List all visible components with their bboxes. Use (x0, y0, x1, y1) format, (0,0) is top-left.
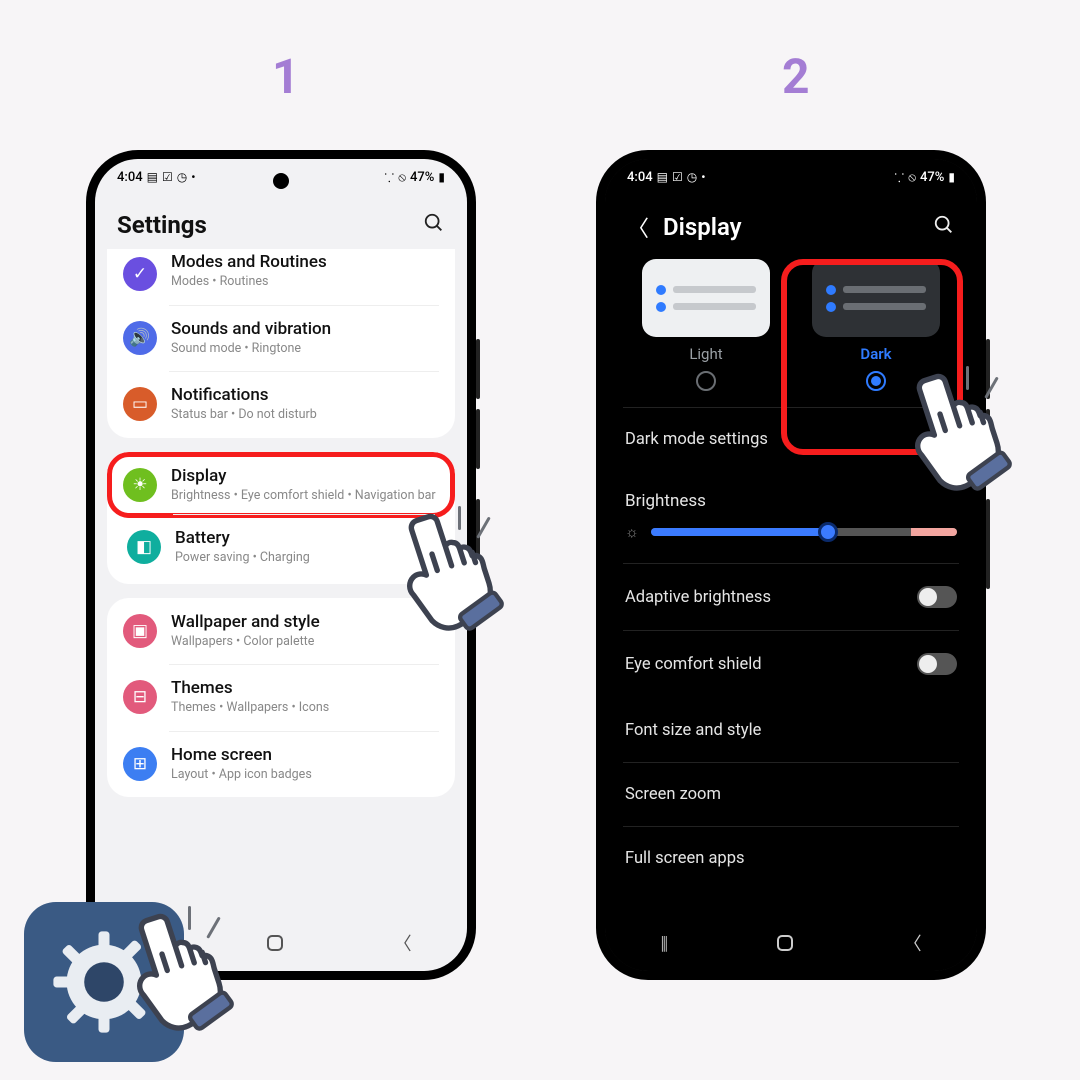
back-icon[interactable]: 〈 (627, 211, 649, 243)
search-icon[interactable] (933, 214, 955, 241)
row-sub: Modes • Routines (171, 274, 439, 290)
sound-icon: 🔊 (123, 321, 157, 355)
brightness-label: Brightness (623, 481, 959, 517)
full-screen-apps-row[interactable]: Full screen apps (623, 835, 959, 882)
camera-notch (783, 173, 799, 189)
row-modes-routines[interactable]: ✓ Modes and Routines Modes • Routines (107, 249, 455, 305)
brightness-slider[interactable]: ☼ (623, 517, 959, 555)
theme-light-option[interactable]: Light (636, 259, 776, 391)
modes-icon: ✓ (123, 257, 157, 291)
settings-card-3: ▣ Wallpaper and style Wallpapers • Color… (107, 598, 455, 797)
row-themes[interactable]: ⊟ Themes Themes • Wallpapers • Icons (107, 664, 455, 730)
sun-icon: ☼ (625, 523, 639, 541)
step-number-2: 2 (782, 48, 810, 105)
nav-home[interactable] (267, 935, 283, 951)
status-time: 4:04 (627, 170, 653, 185)
settings-card-2: ☀ Display Brightness • Eye comfort shiel… (107, 452, 455, 585)
page-title: Settings (117, 211, 207, 239)
row-title: Modes and Routines (171, 252, 439, 272)
camera-notch (273, 173, 289, 189)
phone-frame-2: 4:04 ▤ ☑ ◷ • ⸪ ⦸ 47% ▮ 〈 Display (596, 150, 986, 980)
nav-home[interactable] (777, 935, 793, 951)
battery-pct: 47% (920, 170, 944, 185)
battery-setting-icon: ◧ (127, 530, 161, 564)
screen-zoom-row[interactable]: Screen zoom (623, 771, 959, 818)
notification-icon: ▭ (123, 387, 157, 421)
highlight-dark-option (781, 259, 963, 455)
battery-pct: 47% (410, 170, 434, 185)
phone-frame-1: 4:04 ▤ ☑ ◷ • ⸪ ⦸ 47% ▮ Settings ✓ (86, 150, 476, 980)
no-data-icon: ⦸ (398, 170, 406, 185)
page-title: Display (663, 213, 742, 241)
step-number-1: 1 (272, 48, 300, 105)
wifi-icon: ⸪ (384, 169, 394, 186)
row-notifications[interactable]: ▭ Notifications Status bar • Do not dist… (107, 371, 455, 437)
header: Settings (95, 195, 467, 249)
row-wallpaper[interactable]: ▣ Wallpaper and style Wallpapers • Color… (107, 598, 455, 664)
check-icon: ☑ (162, 170, 173, 184)
row-homescreen[interactable]: ⊞ Home screen Layout • App icon badges (107, 731, 455, 797)
row-battery[interactable]: ◧ Battery Power saving • Charging (111, 514, 451, 580)
settings-card-1: ✓ Modes and Routines Modes • Routines 🔊 … (107, 249, 455, 438)
adaptive-brightness-row[interactable]: Adaptive brightness (623, 572, 959, 622)
nav-bar: ||| 〈 (605, 925, 977, 961)
eye-comfort-row[interactable]: Eye comfort shield (623, 639, 959, 689)
light-label: Light (689, 345, 722, 363)
wallpaper-icon: ▣ (123, 614, 157, 648)
clock-icon: ◷ (177, 170, 187, 184)
eye-comfort-toggle[interactable] (917, 653, 957, 675)
light-thumb (642, 259, 770, 337)
nav-recent[interactable]: ||| (660, 933, 666, 954)
themes-icon: ⊟ (123, 680, 157, 714)
settings-app-icon (24, 902, 184, 1062)
font-size-row[interactable]: Font size and style (623, 707, 959, 754)
search-icon[interactable] (423, 212, 445, 239)
homescreen-icon: ⊞ (123, 747, 157, 781)
nav-back[interactable]: 〈 (904, 930, 922, 956)
header: 〈 Display (605, 195, 977, 253)
display-icon: ☀ (123, 468, 157, 502)
row-sounds[interactable]: 🔊 Sounds and vibration Sound mode • Ring… (107, 305, 455, 371)
status-time: 4:04 (117, 170, 143, 185)
light-radio[interactable] (696, 371, 716, 391)
image-icon: ▤ (147, 170, 158, 184)
adaptive-toggle[interactable] (917, 586, 957, 608)
battery-icon: ▮ (438, 170, 445, 184)
row-display[interactable]: ☀ Display Brightness • Eye comfort shiel… (107, 452, 455, 518)
nav-back[interactable]: 〈 (394, 930, 412, 956)
